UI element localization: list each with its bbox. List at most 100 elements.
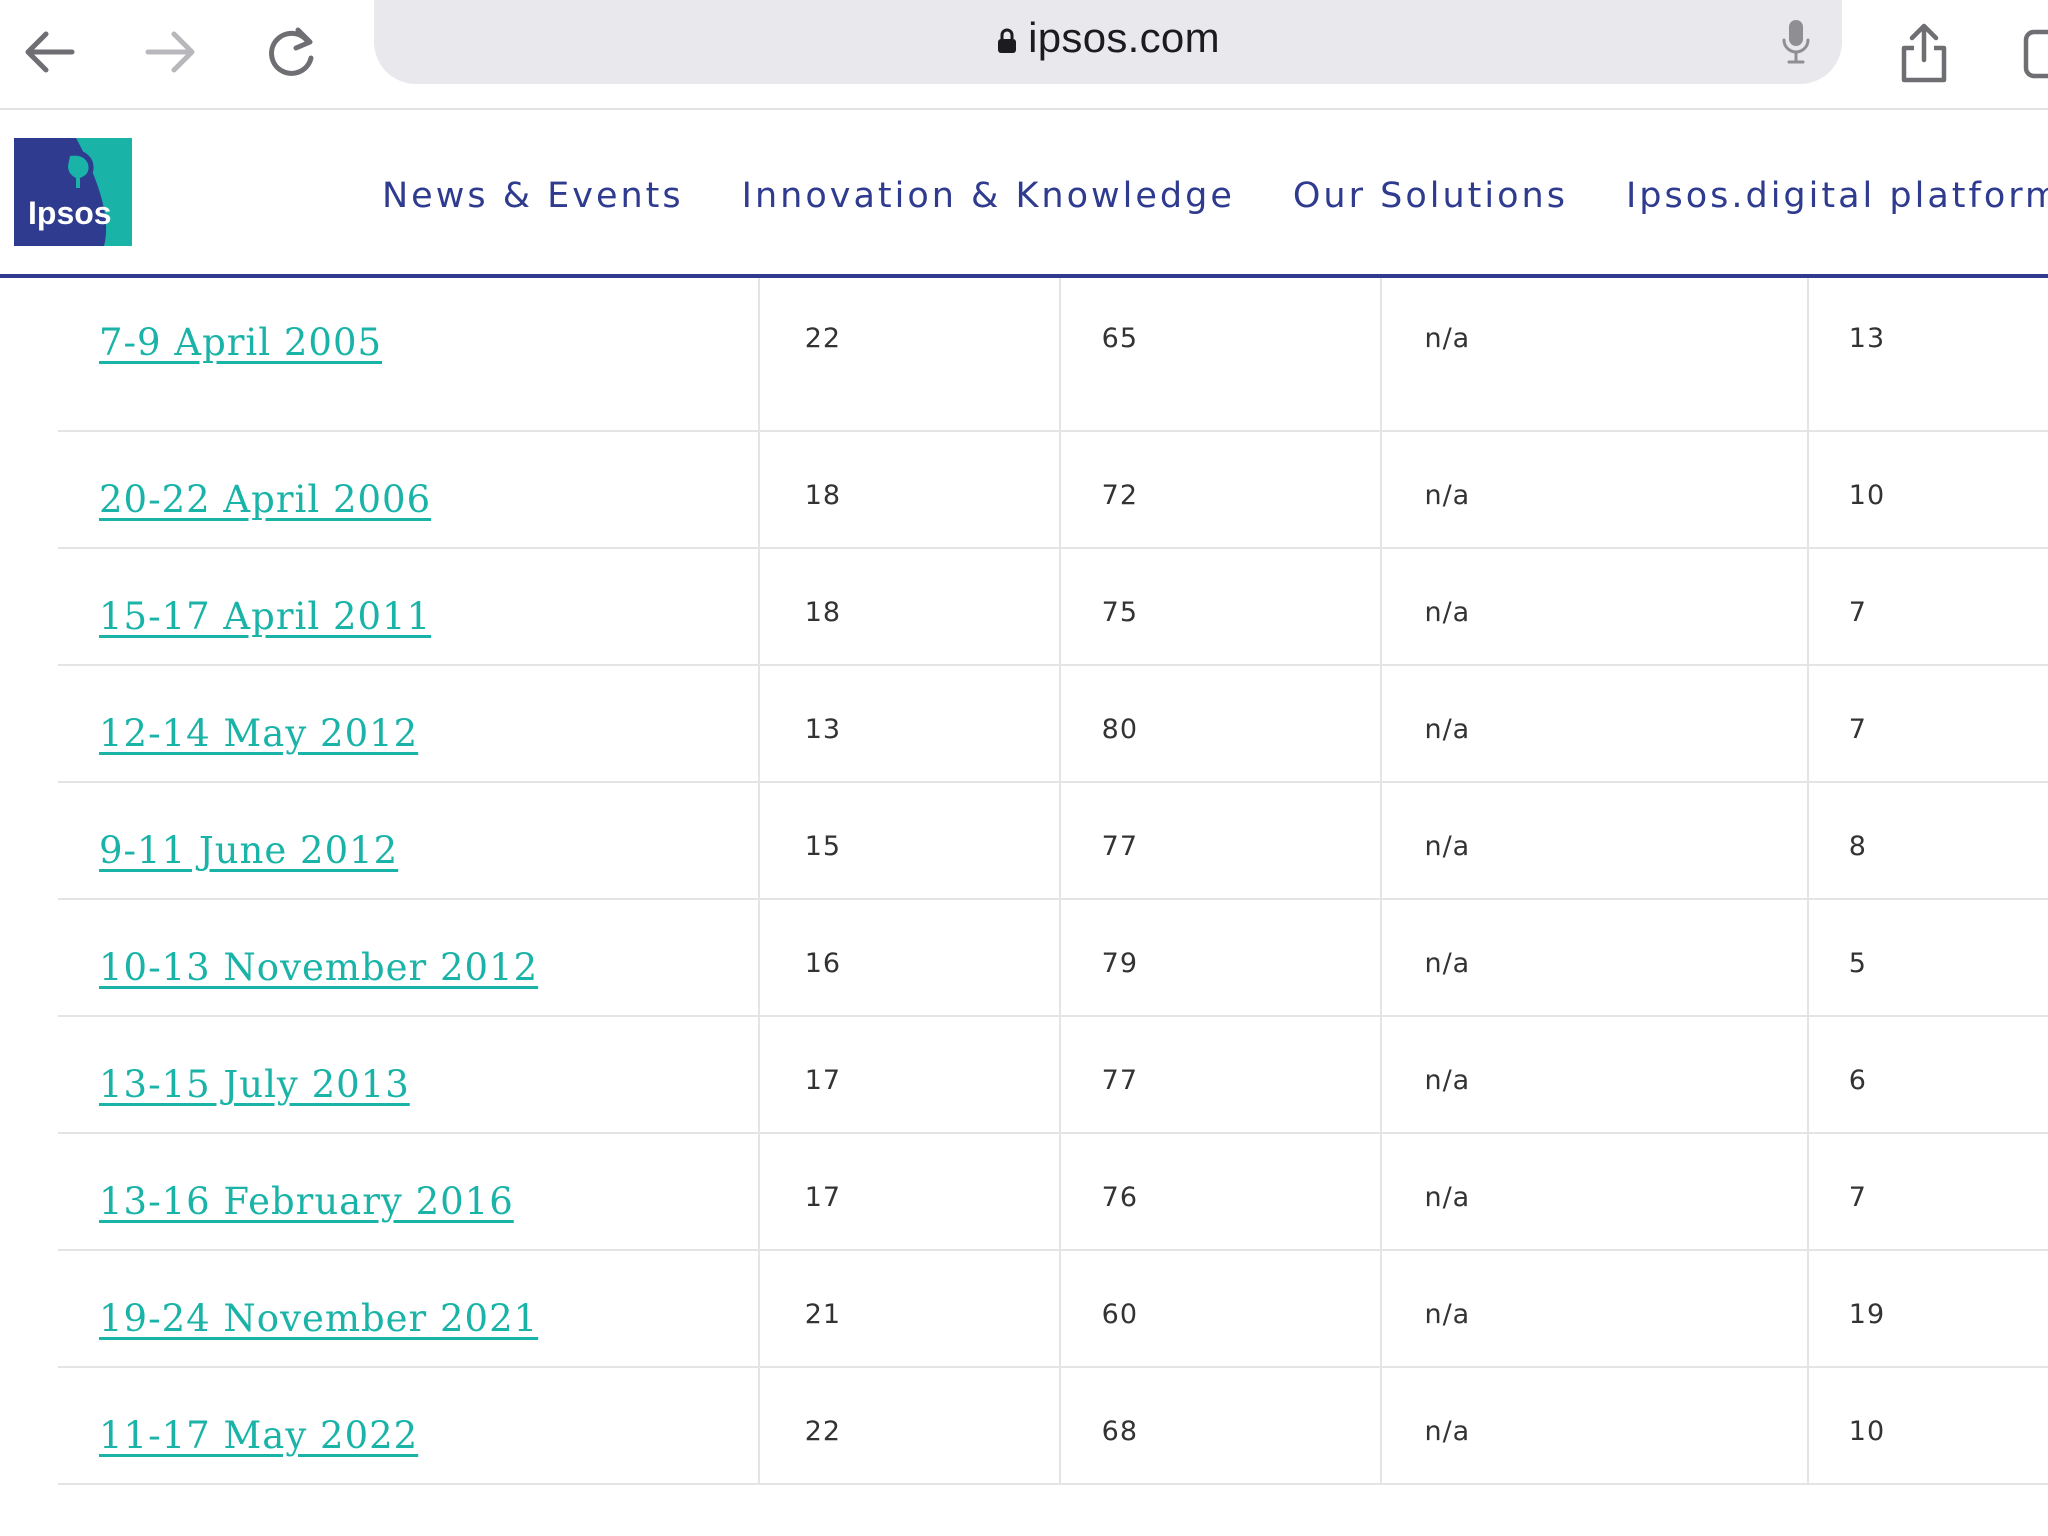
nav-our-solutions[interactable]: Our Solutions	[1293, 176, 1568, 216]
cell-value: 13	[804, 714, 842, 745]
poll-date-link[interactable]: 13-15 July 2013	[99, 1063, 410, 1106]
value-cell-2: 79	[1059, 899, 1383, 1017]
cell-value: n/a	[1424, 1299, 1471, 1330]
share-icon	[1901, 23, 1947, 83]
poll-date-link[interactable]: 19-24 November 2021	[99, 1297, 538, 1340]
microphone-icon[interactable]	[1780, 18, 1812, 66]
poll-date-link[interactable]: 20-22 April 2006	[99, 478, 431, 521]
value-cell-2: 60	[1059, 1250, 1383, 1368]
cell-value: 15	[804, 831, 842, 862]
poll-date-link[interactable]: 15-17 April 2011	[99, 595, 431, 638]
tabs-button[interactable]	[2010, 12, 2048, 92]
poll-date-link[interactable]: 13-16 February 2016	[99, 1180, 514, 1223]
value-cell-2: 65	[1059, 274, 1383, 432]
value-cell-1: 15	[758, 782, 1061, 900]
value-cell-2: 68	[1059, 1367, 1383, 1485]
value-cell-4: 7	[1807, 548, 2048, 666]
value-cell-3: n/a	[1381, 1367, 1809, 1485]
reload-button[interactable]	[252, 12, 332, 92]
site-header: Ipsos News & Events Innovation & Knowledg…	[0, 110, 2048, 278]
value-cell-3: n/a	[1381, 431, 1809, 549]
cell-value: 76	[1101, 1182, 1139, 1213]
value-cell-3: n/a	[1381, 1250, 1809, 1368]
value-cell-1: 18	[758, 548, 1061, 666]
cell-value: 22	[804, 323, 842, 354]
cell-value: 17	[804, 1182, 842, 1213]
cell-value: n/a	[1424, 948, 1471, 979]
cell-value: n/a	[1424, 1416, 1471, 1447]
value-cell-2: 80	[1059, 665, 1383, 783]
cell-value: 80	[1101, 714, 1139, 745]
cell-value: 7	[1848, 597, 1867, 628]
table-row: 9-11 June 2012 15 77 n/a 8	[58, 782, 2048, 900]
value-cell-2: 77	[1059, 782, 1383, 900]
date-cell: 15-17 April 2011	[58, 548, 760, 666]
table-row: 19-24 November 2021 21 60 n/a 19	[58, 1250, 2048, 1368]
cell-value: 7	[1848, 1182, 1867, 1213]
cell-value: 7	[1848, 714, 1867, 745]
value-cell-2: 75	[1059, 548, 1383, 666]
cell-value: 18	[804, 480, 842, 511]
cell-value: n/a	[1424, 831, 1471, 862]
poll-date-link[interactable]: 10-13 November 2012	[99, 946, 538, 989]
cell-value: 75	[1101, 597, 1139, 628]
cell-value: 17	[804, 1065, 842, 1096]
value-cell-1: 16	[758, 899, 1061, 1017]
table-row: 7-9 April 2005 22 65 n/a 13	[58, 274, 2048, 432]
table-row: 12-14 May 2012 13 80 n/a 7	[58, 665, 2048, 783]
cell-value: 18	[804, 597, 842, 628]
main-nav: News & Events Innovation & Knowledge Our S…	[382, 176, 2048, 216]
date-cell: 10-13 November 2012	[58, 899, 760, 1017]
cell-value: n/a	[1424, 714, 1471, 745]
back-arrow-icon	[25, 31, 75, 73]
browser-toolbar: ipsos.com	[0, 0, 2048, 110]
cell-value: 60	[1101, 1299, 1139, 1330]
address-bar[interactable]: ipsos.com	[374, 0, 1842, 84]
value-cell-3: n/a	[1381, 1016, 1809, 1134]
value-cell-3: n/a	[1381, 1133, 1809, 1251]
value-cell-1: 17	[758, 1016, 1061, 1134]
poll-date-link[interactable]: 9-11 June 2012	[99, 829, 398, 872]
nav-news-events[interactable]: News & Events	[382, 176, 684, 216]
value-cell-3: n/a	[1381, 782, 1809, 900]
cell-value: 8	[1848, 831, 1867, 862]
value-cell-3: n/a	[1381, 274, 1809, 432]
cell-value: 77	[1101, 831, 1139, 862]
back-button[interactable]	[10, 12, 90, 92]
poll-date-link[interactable]: 12-14 May 2012	[99, 712, 418, 755]
value-cell-3: n/a	[1381, 548, 1809, 666]
forward-button[interactable]	[130, 12, 210, 92]
cell-value: 10	[1848, 480, 1886, 511]
cell-value: 6	[1848, 1065, 1867, 1096]
poll-date-link[interactable]: 11-17 May 2022	[99, 1414, 418, 1457]
cell-value: n/a	[1424, 597, 1471, 628]
table-row: 11-17 May 2022 22 68 n/a 10	[58, 1367, 2048, 1485]
cell-value: 16	[804, 948, 842, 979]
nav-ipsos-digital-platform[interactable]: Ipsos.digital platform	[1626, 176, 2048, 216]
reload-icon	[269, 27, 314, 76]
cell-value: n/a	[1424, 1182, 1471, 1213]
nav-innovation-knowledge[interactable]: Innovation & Knowledge	[742, 176, 1235, 216]
value-cell-1: 18	[758, 431, 1061, 549]
ipsos-logo[interactable]: Ipsos	[14, 138, 132, 246]
cell-value: 10	[1848, 1416, 1886, 1447]
cell-value: 22	[804, 1416, 842, 1447]
table-row: 20-22 April 2006 18 72 n/a 10	[58, 431, 2048, 549]
value-cell-4: 10	[1807, 1367, 2048, 1485]
table-row: 13-16 February 2016 17 76 n/a 7	[58, 1133, 2048, 1251]
cell-value: 13	[1848, 323, 1886, 354]
poll-date-link[interactable]: 7-9 April 2005	[99, 321, 382, 364]
value-cell-1: 22	[758, 1367, 1061, 1485]
logo-text: Ipsos	[28, 195, 112, 231]
cell-value: 68	[1101, 1416, 1139, 1447]
results-table: 23-25 April 2004+§2071247-9 April 200522…	[58, 148, 2048, 1485]
value-cell-4: 7	[1807, 665, 2048, 783]
tabs-icon	[2023, 29, 2048, 79]
value-cell-3: n/a	[1381, 665, 1809, 783]
value-cell-1: 17	[758, 1133, 1061, 1251]
share-button[interactable]	[1884, 12, 1964, 92]
value-cell-2: 76	[1059, 1133, 1383, 1251]
cell-value: n/a	[1424, 480, 1471, 511]
value-cell-4: 10	[1807, 431, 2048, 549]
cell-value: n/a	[1424, 323, 1471, 354]
